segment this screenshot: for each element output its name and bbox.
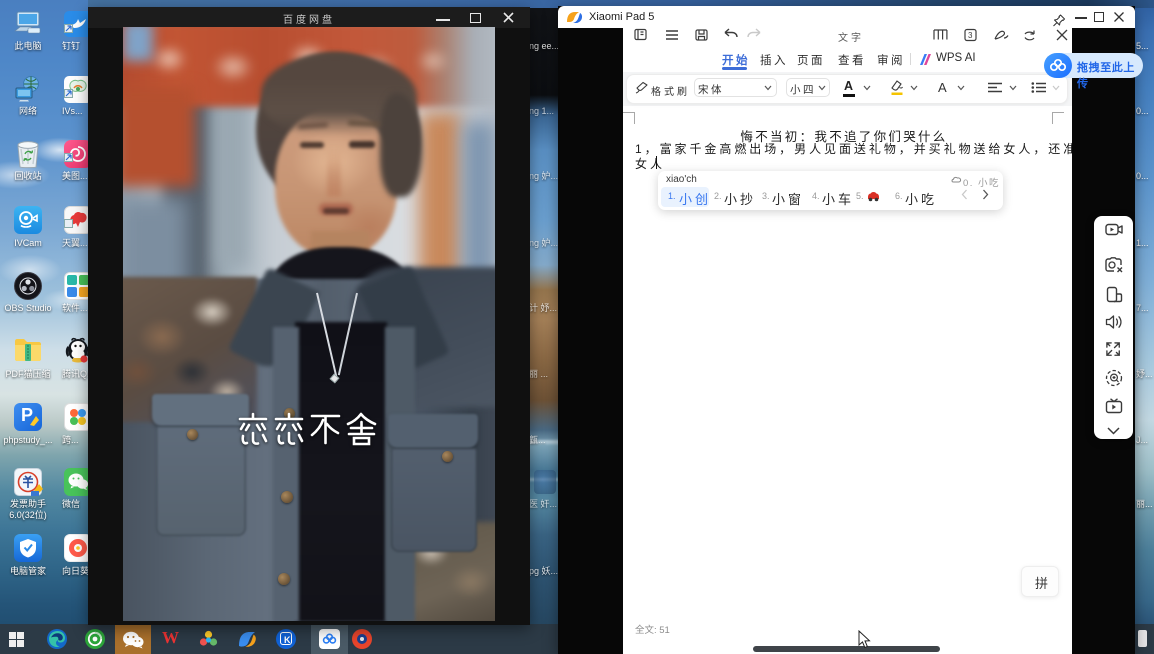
svg-text:3: 3 — [968, 31, 973, 40]
